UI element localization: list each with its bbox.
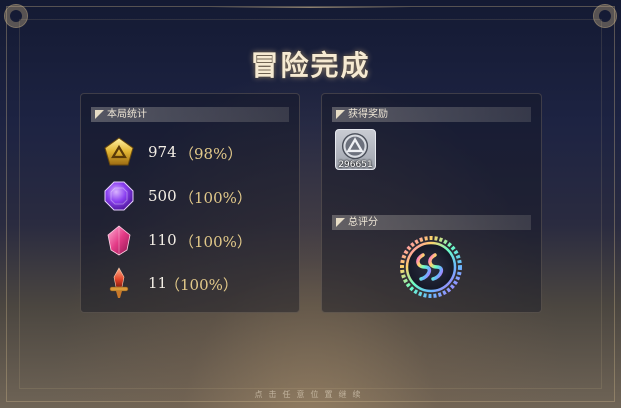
stats-panel: 本局统计 974 （98%） 500 （100%） 110 （100%） 11 … bbox=[80, 93, 300, 313]
corner-ornament-icon bbox=[593, 4, 617, 28]
stat-percent: （100%） bbox=[165, 276, 238, 294]
rewards-header-label: 获得奖励 bbox=[348, 109, 388, 120]
gold-pentagon-icon bbox=[104, 137, 134, 166]
stat-row: 11 （100%） bbox=[103, 267, 293, 299]
reward-count: 296651 bbox=[338, 160, 373, 170]
rewards-panel: 获得奖励 296651 总评分 bbox=[321, 93, 542, 313]
rating-header-label: 总评分 bbox=[348, 217, 378, 228]
stat-percent: （100%） bbox=[179, 189, 252, 207]
top-ornament-line bbox=[210, 7, 411, 8]
purple-octagon-gem-icon bbox=[104, 181, 134, 211]
stat-percent: （98%） bbox=[179, 145, 243, 163]
stat-value: 110 bbox=[148, 231, 177, 249]
header-marker-icon bbox=[336, 218, 345, 227]
rainbow-rating-emblem-icon bbox=[400, 236, 462, 298]
header-marker-icon bbox=[95, 110, 104, 119]
continue-hint[interactable]: 点击任意位置继续 bbox=[0, 389, 621, 400]
fire-relic-icon bbox=[109, 267, 129, 298]
stat-row: 500 （100%） bbox=[103, 180, 293, 212]
page-title: 冒险完成 bbox=[250, 49, 371, 82]
rewards-header: 获得奖励 bbox=[332, 107, 531, 122]
reward-item[interactable]: 296651 bbox=[335, 129, 376, 170]
stat-value: 974 bbox=[148, 143, 177, 161]
pink-crystal-icon bbox=[107, 225, 131, 256]
stats-header: 本局统计 bbox=[91, 107, 289, 122]
stat-row: 110 （100%） bbox=[103, 224, 293, 256]
stats-header-label: 本局统计 bbox=[107, 109, 147, 120]
rating-header: 总评分 bbox=[332, 215, 531, 230]
header-marker-icon bbox=[336, 110, 345, 119]
stat-value: 500 bbox=[148, 187, 177, 205]
stat-row: 974 （98%） bbox=[103, 136, 293, 168]
corner-ornament-icon bbox=[4, 4, 28, 28]
stat-percent: （100%） bbox=[179, 233, 252, 251]
